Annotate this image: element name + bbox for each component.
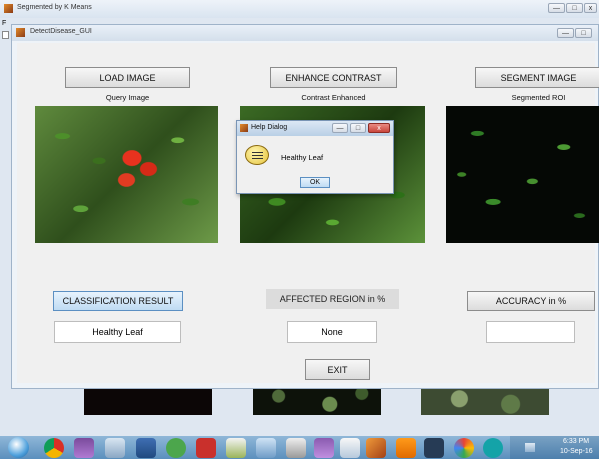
enhance-contrast-button[interactable]: ENHANCE CONTRAST — [270, 67, 397, 88]
stack-icon[interactable] — [256, 438, 276, 458]
help-dialog-message: Healthy Leaf — [281, 153, 324, 162]
outer-titlebar: Segmented by K Means — □ x — [0, 0, 599, 18]
menu-fragment[interactable]: F — [2, 20, 6, 27]
chrome-icon[interactable] — [44, 438, 64, 458]
clock-time[interactable]: 6:33 PM — [563, 438, 589, 445]
accuracy-field — [486, 321, 575, 343]
picasa-icon[interactable] — [454, 438, 474, 458]
background-image-photo — [421, 388, 549, 415]
matlab-icon — [4, 4, 13, 13]
app-icon[interactable] — [136, 438, 156, 458]
vlc-icon[interactable] — [396, 438, 416, 458]
load-image-button[interactable]: LOAD IMAGE — [65, 67, 190, 88]
classification-result-button[interactable]: CLASSIFICATION RESULT — [53, 291, 183, 311]
gui-titlebar: DetectDisease_GUI — □ — [12, 25, 598, 41]
network-icon[interactable] — [525, 443, 535, 452]
utorrent-icon[interactable] — [166, 438, 186, 458]
ok-button[interactable]: OK — [300, 177, 330, 188]
gui-panel: LOAD IMAGE ENHANCE CONTRAST SEGMENT IMAG… — [17, 43, 599, 383]
affected-region-label: AFFECTED REGION in % — [266, 289, 399, 309]
help-icon — [245, 145, 269, 165]
start-orb-icon[interactable] — [8, 437, 29, 458]
matlab-icon — [16, 28, 25, 37]
recycle-bin-icon[interactable] — [105, 438, 125, 458]
affected-region-field: None — [287, 321, 377, 343]
clock-date[interactable]: 10-Sep-16 — [560, 448, 593, 455]
accuracy-button[interactable]: ACCURACY in % — [467, 291, 595, 311]
maximize-button[interactable]: □ — [566, 3, 583, 13]
gui-window-title: DetectDisease_GUI — [30, 28, 92, 35]
calc-icon[interactable] — [286, 438, 306, 458]
query-image — [35, 106, 218, 243]
matlab-icon — [240, 124, 248, 132]
notes-icon[interactable] — [340, 438, 360, 458]
p-app-icon[interactable] — [424, 438, 444, 458]
segment-image-button[interactable]: SEGMENT IMAGE — [475, 67, 599, 88]
background-image-leaves — [253, 388, 381, 415]
close-button[interactable]: x — [584, 3, 597, 13]
winrar2-icon[interactable] — [314, 438, 334, 458]
minimize-button[interactable]: — — [332, 123, 348, 133]
maximize-button[interactable]: □ — [575, 28, 592, 38]
help-dialog-titlebar: Help Dialog — □ x — [237, 121, 393, 136]
help-dialog-title: Help Dialog — [251, 124, 288, 131]
minimize-button[interactable]: — — [548, 3, 565, 13]
contrast-enhanced-caption: Contrast Enhanced — [301, 93, 366, 102]
close-button[interactable]: x — [368, 123, 390, 133]
arduino-icon[interactable] — [483, 438, 503, 458]
exit-button[interactable]: EXIT — [305, 359, 370, 380]
toolbar-stub — [2, 31, 9, 39]
background-image-dark — [84, 388, 212, 415]
outer-window-title: Segmented by K Means — [17, 4, 92, 11]
sketch-icon[interactable] — [226, 438, 246, 458]
winrar-icon[interactable] — [74, 438, 94, 458]
segmented-roi-caption: Segmented ROI — [511, 93, 566, 102]
acrobat-icon[interactable] — [196, 438, 216, 458]
minimize-button[interactable]: — — [557, 28, 574, 38]
taskbar: 6:33 PM 10-Sep-16 — [0, 436, 599, 459]
matlab-icon[interactable] — [366, 438, 386, 458]
help-dialog: Help Dialog — □ x Healthy Leaf OK — [236, 120, 394, 194]
segmented-roi-image — [446, 106, 599, 243]
query-image-caption: Query Image — [105, 93, 150, 102]
gui-window: DetectDisease_GUI — □ LOAD IMAGE ENHANCE… — [11, 24, 599, 389]
maximize-button[interactable]: □ — [350, 123, 366, 133]
classification-result-field: Healthy Leaf — [54, 321, 181, 343]
